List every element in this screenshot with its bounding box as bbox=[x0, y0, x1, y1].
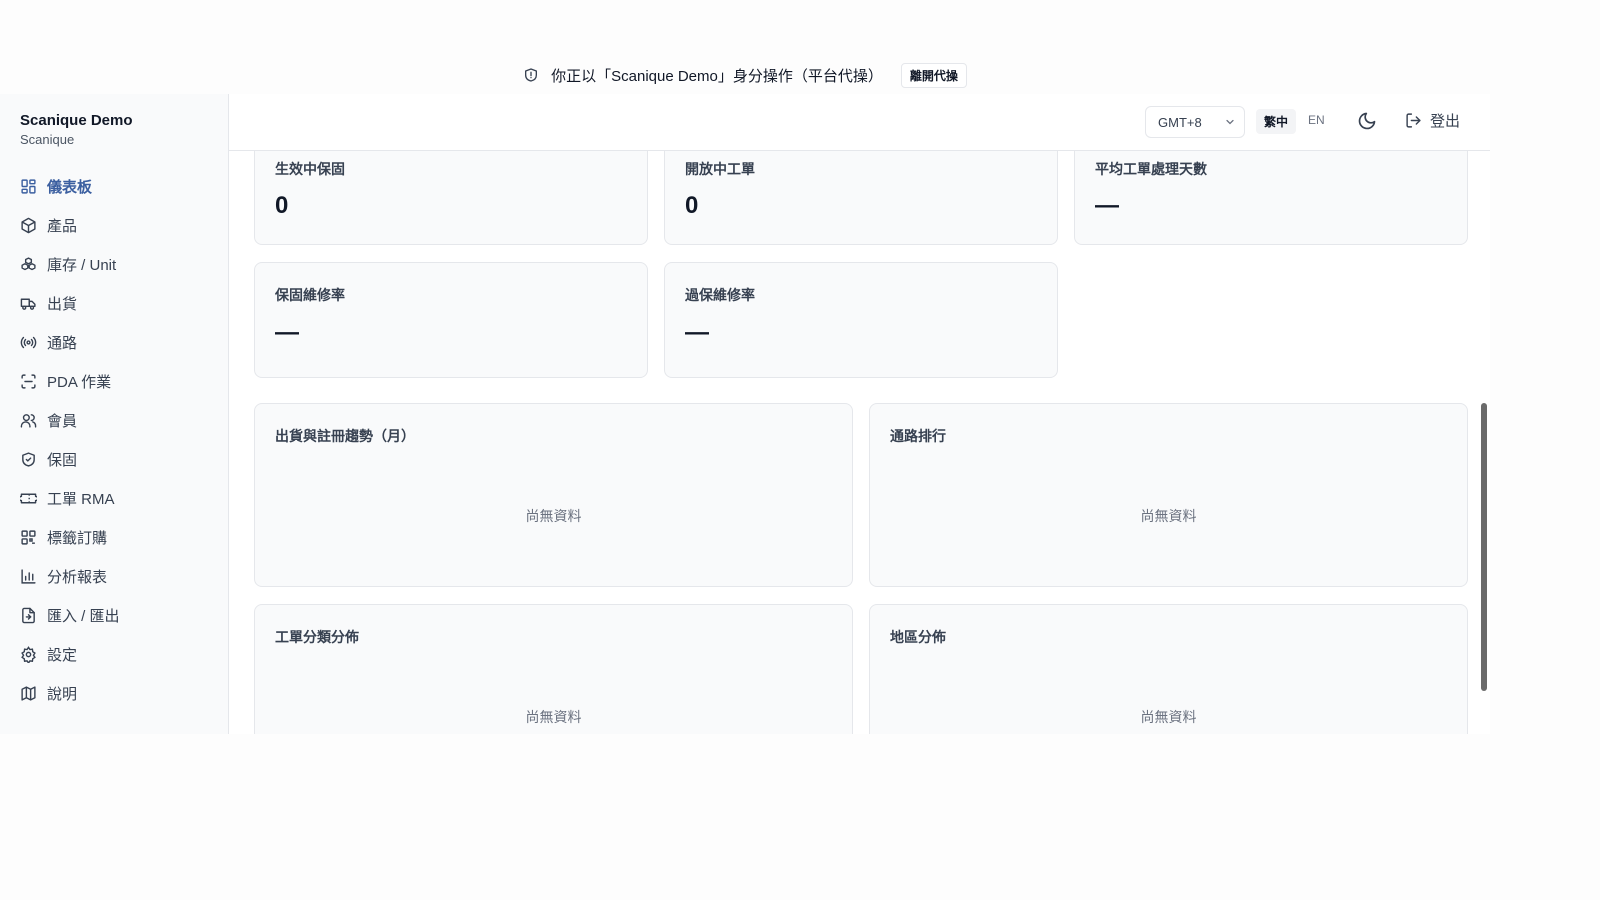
gear-icon bbox=[21, 646, 36, 663]
content-scrollbar[interactable] bbox=[1481, 403, 1487, 691]
sidebar-item-settings[interactable]: 設定 bbox=[0, 635, 228, 674]
radio-icon bbox=[20, 336, 37, 349]
sidebar-item-label: 儀表板 bbox=[47, 179, 93, 196]
panel-title: 工單分類分佈 bbox=[275, 629, 359, 645]
scan-icon bbox=[21, 374, 36, 389]
sidebar-item-label: 匯入 / 匯出 bbox=[47, 608, 120, 625]
ticket-icon bbox=[20, 493, 37, 504]
lang-zh-button[interactable]: 繁中 bbox=[1256, 109, 1297, 134]
panel-title: 出貨與註冊趨勢（月） bbox=[275, 428, 415, 444]
stat-value: — bbox=[275, 319, 299, 346]
brand: Scanique Demo Scanique bbox=[0, 94, 228, 147]
stat-card-out-of-warranty-rate: 過保維修率 — bbox=[664, 262, 1058, 378]
stat-value: 0 bbox=[685, 192, 699, 219]
sidebar-item-label: 保固 bbox=[47, 452, 78, 469]
top-bar: GMT+8 繁中 EN 登出 bbox=[229, 94, 1490, 151]
sidebar-item-members[interactable]: 會員 bbox=[0, 401, 228, 440]
bar-chart-icon bbox=[21, 569, 36, 584]
moon-icon[interactable] bbox=[1357, 111, 1377, 131]
shield-alert-icon bbox=[523, 67, 539, 83]
logout-label: 登出 bbox=[1430, 113, 1461, 130]
sidebar-item-label: 通路 bbox=[47, 335, 78, 352]
timezone-value: GMT+8 bbox=[1158, 114, 1202, 130]
sidebar-item-label: 工單 RMA bbox=[47, 491, 115, 508]
stat-title: 平均工單處理天數 bbox=[1095, 161, 1207, 177]
sidebar-item-label: PDA 作業 bbox=[47, 374, 112, 391]
users-icon bbox=[20, 414, 37, 428]
dashboard-icon bbox=[21, 179, 36, 194]
empty-state-text: 尚無資料 bbox=[525, 709, 582, 725]
panel-title: 地區分佈 bbox=[890, 629, 946, 645]
stat-value: 0 bbox=[275, 192, 289, 219]
timezone-select[interactable]: GMT+8 bbox=[1145, 106, 1245, 138]
brand-subtitle: Scanique bbox=[20, 132, 75, 147]
panel-channel-ranking: 通路排行 尚無資料 bbox=[869, 403, 1468, 587]
file-transfer-icon bbox=[22, 607, 35, 624]
stat-card-warranty-repair-rate: 保固維修率 — bbox=[254, 262, 648, 378]
empty-state-text: 尚無資料 bbox=[1140, 709, 1197, 725]
boxes-icon bbox=[21, 257, 36, 271]
impersonation-banner: 你正以「Scanique Demo」身分操作（平台代操） 離開代操 bbox=[0, 58, 1490, 92]
sidebar-item-channels[interactable]: 通路 bbox=[0, 323, 228, 362]
sidebar: Scanique Demo Scanique 儀表板 產品 庫存 / Unit … bbox=[0, 94, 229, 734]
sidebar-item-products[interactable]: 產品 bbox=[0, 206, 228, 245]
sidebar-item-rma[interactable]: 工單 RMA bbox=[0, 479, 228, 518]
sidebar-item-import-export[interactable]: 匯入 / 匯出 bbox=[0, 596, 228, 635]
logout-button[interactable]: 登出 bbox=[1405, 110, 1460, 131]
stat-card-avg-days: 平均工單處理天數 — bbox=[1074, 151, 1468, 245]
language-switcher: 繁中 EN bbox=[1256, 109, 1333, 134]
panel-ticket-category: 工單分類分佈 尚無資料 bbox=[254, 604, 853, 734]
sidebar-item-warranty[interactable]: 保固 bbox=[0, 440, 228, 479]
sidebar-item-label-orders[interactable]: 標籤訂購 bbox=[0, 518, 228, 557]
stat-card-open-tickets: 開放中工單 0 bbox=[664, 151, 1058, 245]
stat-card-active-warranty: 生效中保固 0 bbox=[254, 151, 648, 245]
qr-code-icon bbox=[21, 530, 36, 545]
panel-title: 通路排行 bbox=[890, 428, 946, 444]
sidebar-item-inventory[interactable]: 庫存 / Unit bbox=[0, 245, 228, 284]
empty-state-text: 尚無資料 bbox=[1140, 508, 1197, 524]
stat-title: 開放中工單 bbox=[685, 161, 755, 177]
stat-value: — bbox=[685, 319, 709, 346]
panel-region-distribution: 地區分佈 尚無資料 bbox=[869, 604, 1468, 734]
lang-en-button[interactable]: EN bbox=[1300, 109, 1333, 134]
chevron-down-icon bbox=[1226, 119, 1234, 125]
sidebar-item-label: 會員 bbox=[47, 413, 78, 430]
package-icon bbox=[21, 217, 36, 234]
sidebar-item-shipping[interactable]: 出貨 bbox=[0, 284, 228, 323]
sidebar-item-analytics[interactable]: 分析報表 bbox=[0, 557, 228, 596]
stat-value: — bbox=[1095, 192, 1119, 219]
sidebar-item-label: 說明 bbox=[47, 686, 78, 703]
sidebar-item-label: 設定 bbox=[47, 647, 78, 664]
brand-name: Scanique Demo bbox=[20, 112, 133, 129]
shield-check-icon bbox=[22, 452, 35, 467]
sidebar-item-label: 出貨 bbox=[47, 296, 78, 313]
exit-impersonation-button[interactable]: 離開代操 bbox=[900, 62, 967, 88]
sidebar-item-label: 產品 bbox=[47, 218, 78, 235]
stat-title: 過保維修率 bbox=[685, 287, 755, 303]
dashboard-content: 生效中保固 0 開放中工單 0 平均工單處理天數 — 保固維修率 — 過保維修率… bbox=[229, 151, 1490, 734]
sidebar-item-pda[interactable]: PDA 作業 bbox=[0, 362, 228, 401]
sidebar-item-label: 分析報表 bbox=[47, 569, 108, 586]
sidebar-nav: 儀表板 產品 庫存 / Unit 出貨 通路 PDA 作業 會員 保固 工單 R… bbox=[0, 167, 228, 713]
stat-title: 保固維修率 bbox=[275, 287, 345, 303]
stat-title: 生效中保固 bbox=[275, 161, 345, 177]
sidebar-item-label: 標籤訂購 bbox=[47, 530, 108, 547]
panel-shipping-registration-trend: 出貨與註冊趨勢（月） 尚無資料 bbox=[254, 403, 853, 587]
logout-icon bbox=[1406, 113, 1421, 128]
empty-state-text: 尚無資料 bbox=[525, 508, 582, 524]
truck-icon bbox=[20, 298, 36, 310]
sidebar-item-dashboard[interactable]: 儀表板 bbox=[0, 167, 228, 206]
sidebar-item-label: 庫存 / Unit bbox=[47, 257, 117, 274]
map-icon bbox=[21, 686, 36, 701]
sidebar-item-help[interactable]: 說明 bbox=[0, 674, 228, 713]
impersonation-text: 你正以「Scanique Demo」身分操作（平台代操） bbox=[551, 67, 883, 85]
